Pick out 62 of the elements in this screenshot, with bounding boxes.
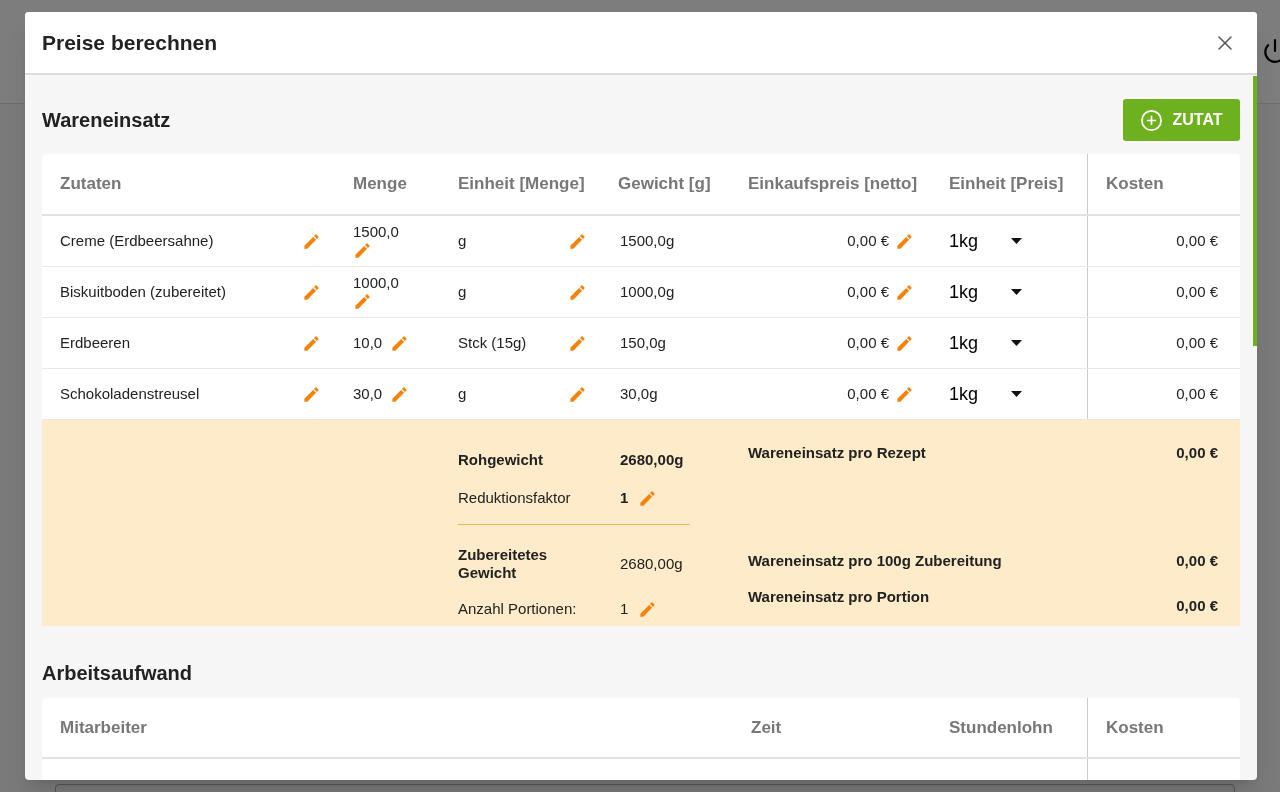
column-header: Menge — [353, 173, 407, 196]
column-header: Mitarbeiter — [60, 716, 147, 739]
column-header: Zeit — [751, 716, 782, 739]
column-header: Kosten — [1106, 716, 1164, 739]
summary-label: Zubereitetes Gewicht — [458, 546, 549, 582]
summary-value: 0,00 € — [1176, 595, 1218, 616]
weight-value: 1000,0g — [620, 281, 675, 302]
column-header: Einkaufspreis [netto] — [748, 173, 918, 196]
summary-value: 1 — [620, 599, 629, 619]
dialog-title: Preise berechnen — [42, 29, 218, 56]
price-value: 0,00 € — [847, 281, 889, 302]
amount-value: 1000,0 — [353, 273, 399, 292]
cost-value: 0,00 € — [1176, 383, 1218, 404]
summary-label: Rohgewicht — [458, 451, 544, 469]
caret-icon — [1011, 238, 1022, 244]
summary-label: Reduktionsfaktor — [458, 489, 572, 507]
price-value: 0,00 € — [847, 383, 889, 404]
column-header: Kosten — [1106, 173, 1164, 196]
unit-value: Stck (15g) — [458, 332, 527, 353]
section-heading: Wareneinsatz — [42, 108, 171, 133]
summary-value: 1 — [620, 487, 629, 508]
amount-value: 1500,0 — [353, 222, 399, 241]
summary-value: 0,00 € — [1176, 443, 1218, 463]
cost-value: 0,00 € — [1176, 332, 1218, 353]
amount-value: 30,0 — [353, 385, 383, 403]
amount-value: 10,0 — [353, 334, 383, 352]
caret-icon — [1011, 289, 1022, 295]
cost-value: 0,00 € — [1176, 230, 1218, 251]
caret-icon — [1011, 391, 1022, 397]
unit-value: g — [458, 383, 467, 404]
column-header: Gewicht [g] — [618, 173, 711, 196]
plus-circle-icon — [1140, 108, 1164, 132]
summary-label: Wareneinsatz pro Portion — [748, 586, 930, 607]
ingredient-name: Biskuitboden (zubereitet) — [60, 281, 226, 302]
scrollbar-thumb[interactable] — [1253, 76, 1257, 346]
ingredient-name: Creme (Erdbeersahne) — [60, 230, 214, 251]
price-unit-select[interactable]: 1kg — [949, 329, 1029, 357]
column-header: Einheit [Preis] — [949, 173, 1064, 196]
summary-value: 2680,00g — [620, 553, 683, 574]
weight-value: 30,0g — [620, 383, 658, 404]
column-header: Einheit [Menge] — [458, 173, 585, 196]
summary-label: Wareneinsatz pro Rezept — [748, 443, 926, 463]
section-heading: Arbeitsaufwand — [42, 661, 193, 686]
price-value: 0,00 € — [847, 230, 889, 251]
price-unit-select[interactable]: 1kg — [949, 278, 1029, 306]
caret-icon — [1011, 340, 1022, 346]
column-header: Stundenlohn — [949, 716, 1053, 739]
price-value: 0,00 € — [847, 332, 889, 353]
column-header: Zutaten — [60, 173, 122, 196]
summary-label: Anzahl Portionen: — [458, 600, 578, 619]
summary-label: Wareneinsatz pro 100g Zubereitung — [748, 551, 1002, 572]
unit-value: g — [458, 230, 467, 251]
unit-value: g — [458, 281, 467, 302]
cost-value: 0,00 € — [1176, 281, 1218, 302]
ingredient-name: Schokoladenstreusel — [60, 383, 200, 404]
price-unit-select[interactable]: 1kg — [949, 380, 1029, 408]
ingredient-name: Erdbeeren — [60, 332, 131, 353]
weight-value: 1500,0g — [620, 230, 675, 251]
summary-value: 2680,00g — [620, 449, 684, 470]
weight-value: 150,0g — [620, 332, 666, 353]
price-unit-select[interactable]: 1kg — [949, 227, 1029, 255]
summary-value: 0,00 € — [1176, 551, 1218, 572]
